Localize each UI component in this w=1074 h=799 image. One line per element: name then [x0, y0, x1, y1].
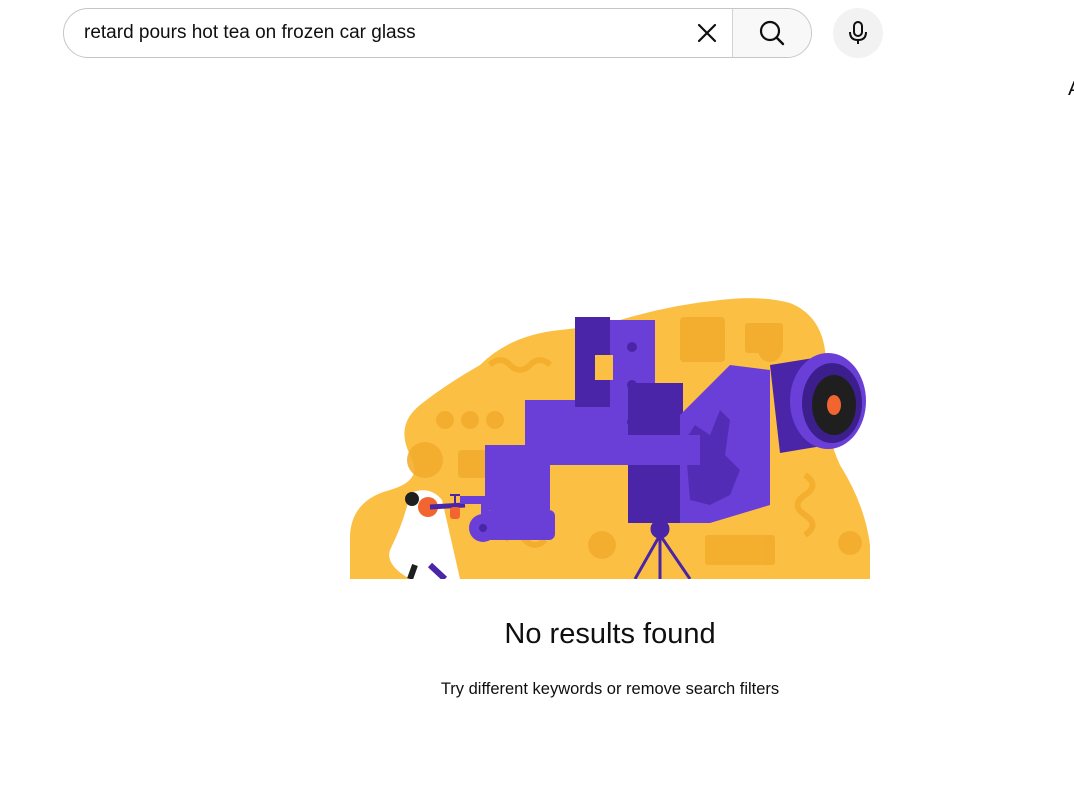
clear-search-button[interactable] — [682, 9, 732, 57]
telescope-illustration — [350, 298, 870, 579]
edge-partial-text: A — [1068, 78, 1074, 101]
search-input[interactable] — [64, 9, 682, 57]
no-results-title: No results found — [504, 618, 716, 650]
microphone-icon — [849, 21, 867, 44]
close-icon — [697, 23, 717, 43]
search-button[interactable] — [732, 9, 811, 57]
search-icon — [759, 20, 785, 46]
search-results-page: A — [0, 0, 1074, 799]
search-bar — [63, 8, 812, 58]
no-results-hint: Try different keywords or remove search … — [440, 680, 780, 698]
telescope-lens — [770, 353, 866, 453]
voice-search-button[interactable] — [833, 8, 883, 58]
